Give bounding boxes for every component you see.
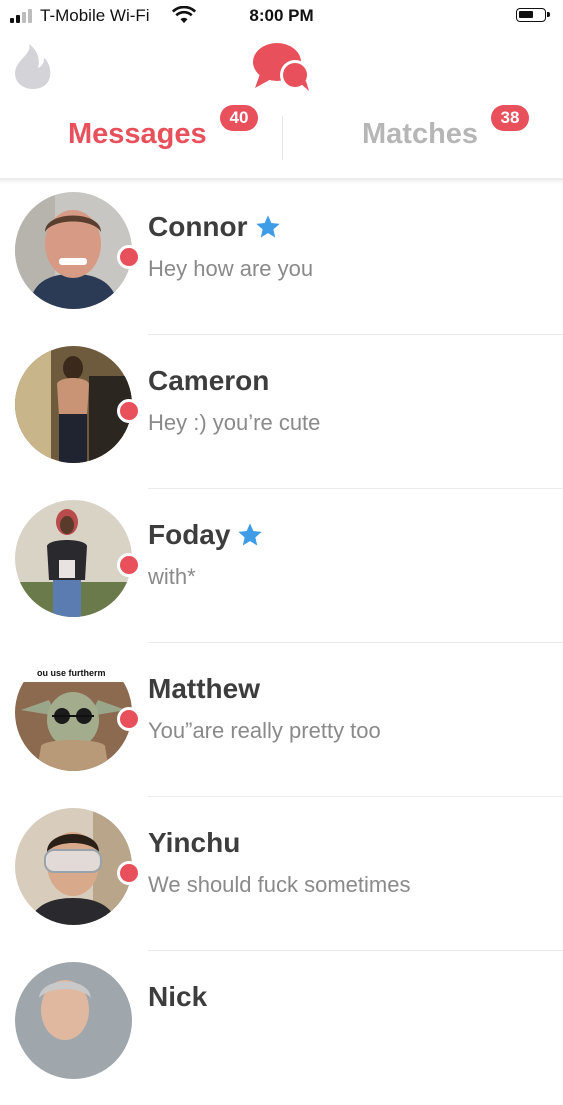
battery-icon [516,8,550,22]
conversation-item[interactable]: Cameron Hey :) you’re cute [0,335,563,489]
conversation-item[interactable]: Yinchu We should fuck sometimes [0,797,563,951]
tab-messages-label: Messages [68,118,207,150]
avatar[interactable] [15,962,132,1079]
message-preview: Hey how are you [148,256,314,281]
message-preview: Hey :) you’re cute [148,410,321,435]
tab-bar: Messages 40 Matches 38 [0,98,563,180]
clock: 8:00 PM [249,6,314,25]
super-like-star-icon [255,215,280,238]
avatar[interactable] [15,192,132,309]
message-preview: with* [148,564,196,589]
avatar[interactable] [15,500,132,617]
contact-name: Yinchu [148,827,241,858]
unread-indicator [117,399,141,423]
conversation-item[interactable]: Connor Hey how are you [0,181,563,335]
contact-name: Nick [148,981,208,1012]
avatar[interactable] [15,346,132,463]
contact-name: Matthew [148,673,260,704]
contact-name: Foday [148,519,231,550]
message-preview: You”are really pretty too [148,718,381,743]
unread-indicator [117,861,141,885]
messages-count-badge: 40 [220,105,258,131]
conversation-item[interactable]: ou use furtherm Matthew You”are really p… [0,643,563,797]
status-bar: T-Mobile Wi-Fi 8:00 PM [0,0,563,34]
avatar[interactable]: ou use furtherm [15,654,132,771]
top-nav [0,34,563,98]
unread-indicator [117,553,141,577]
contact-name: Cameron [148,365,270,396]
contact-name: Connor [148,211,248,242]
super-like-star-icon [238,523,263,546]
flame-icon[interactable] [12,42,54,90]
chat-bubbles-icon[interactable] [250,38,312,92]
tab-matches-label: Matches [362,118,479,150]
tab-matches[interactable]: Matches 38 [282,98,563,180]
tab-messages[interactable]: Messages 40 [0,98,282,180]
matches-count-badge: 38 [491,105,529,131]
conversation-item[interactable]: Foday with* [0,489,563,643]
avatar-caption: ou use furtherm [37,668,106,678]
unread-indicator [117,707,141,731]
unread-indicator [117,245,141,269]
conversation-list: Connor Hey how are you Cameron Hey :) yo… [0,181,563,1105]
avatar[interactable] [15,808,132,925]
message-preview: We should fuck sometimes [148,872,411,897]
conversation-item[interactable]: Nick [0,951,563,1105]
